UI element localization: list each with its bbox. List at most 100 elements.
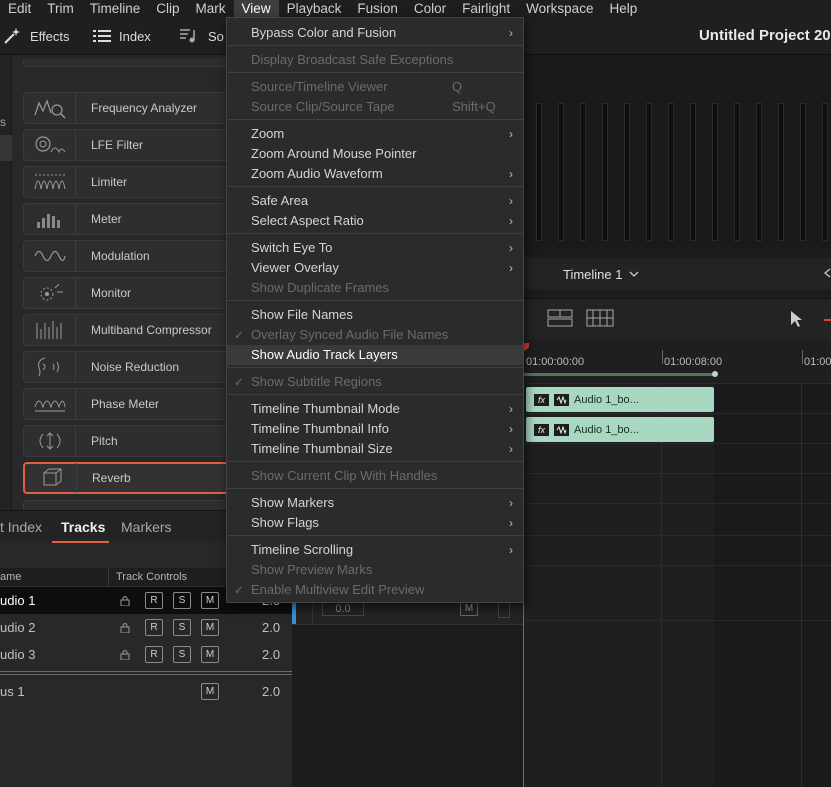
effect-item-partial[interactable]: [23, 59, 233, 67]
mute-button[interactable]: M: [201, 646, 219, 663]
menu-item-timeline-thumbnail-mode[interactable]: Timeline Thumbnail Mode ›: [227, 399, 523, 419]
menu-item-source-clip-tape[interactable]: Source Clip/Source Tape Shift+Q: [227, 97, 523, 117]
effect-label: Noise Reduction: [91, 360, 180, 374]
track-row[interactable]: udio 2 R S M 2.0: [0, 614, 292, 641]
effect-lfe-filter[interactable]: LFE Filter: [23, 129, 233, 161]
menu-playback[interactable]: Playback: [279, 0, 350, 17]
chevron-right-icon: ›: [509, 26, 513, 40]
razor-tool-indicator[interactable]: [824, 319, 831, 321]
menu-item-enable-multiview-edit[interactable]: ✓ Enable Multiview Edit Preview: [227, 580, 523, 600]
menu-item-timeline-thumbnail-info[interactable]: Timeline Thumbnail Info ›: [227, 419, 523, 439]
menu-item-zoom-audio-waveform[interactable]: Zoom Audio Waveform ›: [227, 164, 523, 184]
audio-clip[interactable]: fx Audio 1_bo...: [526, 387, 714, 412]
menu-item-show-audio-track-layers[interactable]: Show Audio Track Layers: [227, 345, 523, 365]
effect-item-partial[interactable]: [23, 500, 233, 510]
effect-limiter[interactable]: Limiter: [23, 166, 233, 198]
effect-modulation[interactable]: Modulation: [23, 240, 233, 272]
menu-workspace[interactable]: Workspace: [518, 0, 601, 17]
grid-line: [801, 384, 802, 787]
menu-item-zoom-around-mouse[interactable]: Zoom Around Mouse Pointer: [227, 144, 523, 164]
meter-bar: [756, 103, 762, 241]
menu-item-select-aspect-ratio[interactable]: Select Aspect Ratio ›: [227, 211, 523, 231]
solo-button[interactable]: S: [173, 592, 191, 609]
menu-item-viewer-overlay[interactable]: Viewer Overlay ›: [227, 258, 523, 278]
menu-item-show-subtitle-regions[interactable]: ✓ Show Subtitle Regions: [227, 372, 523, 392]
menu-help[interactable]: Help: [601, 0, 645, 17]
menu-item-source-timeline-viewer[interactable]: Source/Timeline Viewer Q: [227, 77, 523, 97]
grid-view-icon[interactable]: [586, 309, 614, 327]
effect-pitch[interactable]: Pitch: [23, 425, 233, 457]
menu-item-timeline-thumbnail-size[interactable]: Timeline Thumbnail Size ›: [227, 439, 523, 459]
mute-button[interactable]: M: [201, 683, 219, 700]
track-color-marker: [292, 600, 296, 624]
pitch-icon: [24, 426, 76, 456]
lock-icon[interactable]: [120, 622, 130, 633]
menu-item-safe-area[interactable]: Safe Area ›: [227, 191, 523, 211]
effect-noise-reduction[interactable]: Noise Reduction: [23, 351, 233, 383]
menu-item-show-file-names[interactable]: Show File Names: [227, 305, 523, 325]
effects-button[interactable]: Effects: [2, 17, 70, 55]
tracks-empty: [0, 705, 292, 787]
pointer-tool-icon[interactable]: [789, 310, 803, 328]
effect-frequency-analyzer[interactable]: Frequency Analyzer: [23, 92, 233, 124]
menu-clip[interactable]: Clip: [148, 0, 187, 17]
menu-item-display-broadcast-safe[interactable]: Display Broadcast Safe Exceptions: [227, 50, 523, 70]
effect-phase-meter[interactable]: Phase Meter: [23, 388, 233, 420]
menu-item-show-markers[interactable]: Show Markers ›: [227, 493, 523, 513]
menu-item-bypass-color-fusion[interactable]: Bypass Color and Fusion ›: [227, 23, 523, 43]
menu-edit[interactable]: Edit: [0, 0, 39, 17]
side-highlight[interactable]: [0, 135, 12, 161]
solo-button[interactable]: S: [173, 619, 191, 636]
solo-button[interactable]: S: [173, 646, 191, 663]
effect-monitor[interactable]: Monitor: [23, 277, 233, 309]
menu-timeline[interactable]: Timeline: [82, 0, 149, 17]
audio-clip[interactable]: fx Audio 1_bo...: [526, 417, 714, 442]
mute-button[interactable]: M: [201, 619, 219, 636]
menu-view[interactable]: View: [233, 0, 279, 17]
menu-item-label: Enable Multiview Edit Preview: [251, 582, 425, 597]
menu-color[interactable]: Color: [406, 0, 454, 17]
menu-bar: Edit Trim Timeline Clip Mark View Playba…: [0, 0, 831, 17]
tab-index[interactable]: t Index: [0, 519, 42, 535]
volume-readout[interactable]: 0.0: [322, 602, 364, 616]
range-end-handle[interactable]: [712, 371, 718, 377]
effect-meter[interactable]: Meter: [23, 203, 233, 235]
timeline-out-region: [714, 384, 831, 787]
tab-markers[interactable]: Markers: [121, 519, 172, 535]
record-arm-button[interactable]: R: [145, 619, 163, 636]
meter-bar: [624, 103, 630, 241]
record-arm-button[interactable]: R: [145, 646, 163, 663]
index-button[interactable]: Index: [93, 17, 151, 55]
menu-fairlight[interactable]: Fairlight: [454, 0, 518, 17]
lock-icon[interactable]: [120, 649, 130, 660]
effect-multiband-compressor[interactable]: Multiband Compressor: [23, 314, 233, 346]
menu-item-zoom[interactable]: Zoom ›: [227, 124, 523, 144]
timeline-selector[interactable]: Timeline 1: [524, 258, 831, 290]
menu-trim[interactable]: Trim: [39, 0, 82, 17]
bus-row[interactable]: us 1 M 2.0: [0, 678, 292, 705]
effect-reverb[interactable]: Reverb: [23, 462, 233, 494]
sound-library-button[interactable]: So: [178, 17, 224, 55]
track-row[interactable]: udio 3 R S M 2.0: [0, 641, 292, 668]
menu-item-show-current-clip-handles[interactable]: Show Current Clip With Handles: [227, 466, 523, 486]
menu-item-show-preview-marks[interactable]: Show Preview Marks: [227, 560, 523, 580]
timeline-ruler[interactable]: 01:00:00:00 01:00:08:00 01:00: [521, 340, 831, 384]
menu-item-show-flags[interactable]: Show Flags ›: [227, 513, 523, 533]
record-arm-button[interactable]: R: [145, 592, 163, 609]
menu-mark[interactable]: Mark: [188, 0, 234, 17]
bus-divider: [0, 674, 292, 675]
menu-item-show-duplicate-frames[interactable]: Show Duplicate Frames: [227, 278, 523, 298]
effect-label: Modulation: [91, 249, 150, 263]
menu-item-switch-eye-to[interactable]: Switch Eye To ›: [227, 238, 523, 258]
menu-item-timeline-scrolling[interactable]: Timeline Scrolling ›: [227, 540, 523, 560]
menu-fusion[interactable]: Fusion: [349, 0, 406, 17]
mute-button[interactable]: M: [460, 602, 478, 616]
lock-icon[interactable]: [120, 595, 130, 606]
fx-badge: fx: [534, 423, 549, 436]
menu-item-overlay-synced-audio[interactable]: ✓ Overlay Synced Audio File Names: [227, 325, 523, 345]
tab-tracks[interactable]: Tracks: [61, 519, 105, 535]
timeline-view-options-icon[interactable]: [547, 309, 573, 327]
mute-button[interactable]: M: [201, 592, 219, 609]
chevron-left-icon[interactable]: [824, 268, 831, 278]
ruler-mark: 01:00:08:00: [664, 356, 723, 368]
